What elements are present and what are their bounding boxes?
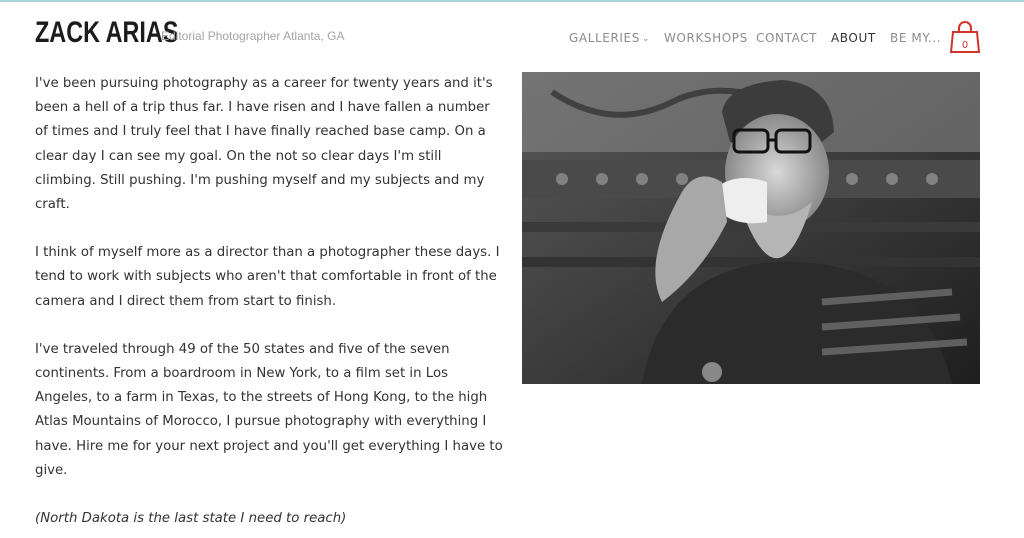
shopping-bag-icon: 0 — [949, 21, 981, 53]
about-content: I've been pursuing photography as a care… — [35, 72, 505, 531]
about-paragraph: I've traveled through 49 of the 50 state… — [35, 341, 503, 478]
nav-about[interactable]: ABOUT — [831, 31, 876, 45]
site-tagline: Editorial Photographer Atlanta, GA — [161, 29, 345, 43]
nav-galleries-label: GALLERIES — [569, 31, 640, 45]
about-note: (North Dakota is the last state I need t… — [35, 511, 347, 527]
nav-contact[interactable]: CONTACT — [756, 31, 817, 45]
cart-button[interactable]: 0 — [949, 20, 981, 54]
nav-be-my[interactable]: BE MY... — [890, 31, 941, 45]
nav-galleries[interactable]: GALLERIES ⌄ — [569, 31, 650, 45]
chevron-down-icon: ⌄ — [641, 34, 651, 44]
about-paragraph: I've been pursuing photography as a care… — [35, 76, 493, 213]
portrait-photo — [522, 72, 980, 384]
cart-count: 0 — [962, 40, 968, 51]
nav-workshops[interactable]: WORKSHOPS — [664, 31, 748, 45]
about-paragraph: I think of myself more as a director tha… — [35, 245, 500, 309]
site-logo[interactable]: ZACK ARIAS — [35, 16, 178, 50]
